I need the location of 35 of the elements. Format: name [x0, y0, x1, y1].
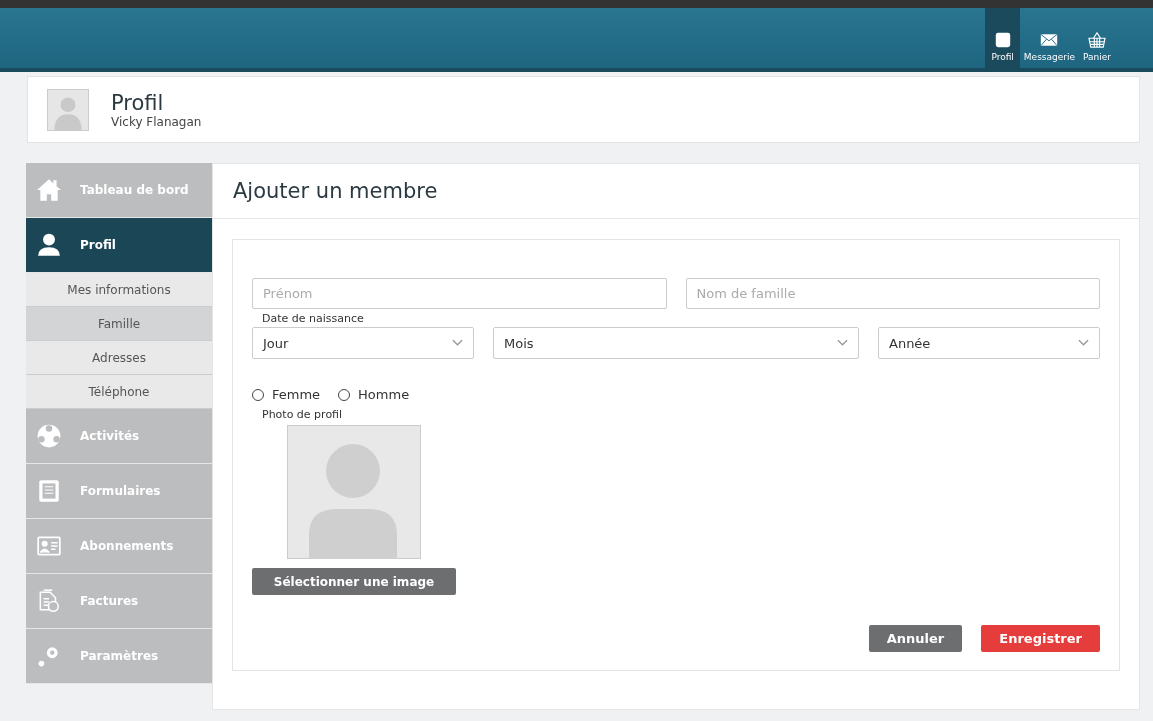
birth-date-label: Date de naissance: [262, 312, 365, 325]
page-title: Profil: [111, 90, 165, 115]
avatar-placeholder-icon: [287, 425, 421, 559]
sidebar-item[interactable]: Profil: [26, 218, 212, 273]
dropdown[interactable]: Jour: [252, 327, 474, 359]
select-image-button[interactable]: Sélectionner une image: [252, 568, 456, 595]
sidebar-subitem[interactable]: Adresses: [26, 341, 212, 375]
radio-label: Femme: [272, 387, 321, 402]
person-icon: [36, 232, 62, 258]
sidebar-subitem[interactable]: Téléphone: [26, 375, 212, 409]
id-card-icon: [36, 533, 62, 559]
first-name-field[interactable]: Prénom: [252, 278, 667, 309]
sidebar-subitem[interactable]: Mes informations: [26, 273, 212, 307]
cancel-button[interactable]: Annuler: [868, 625, 963, 652]
radio-label: Homme: [358, 387, 410, 402]
avatar-icon: [47, 88, 89, 131]
dropdown[interactable]: Année: [878, 327, 1100, 359]
save-button[interactable]: Enregistrer: [981, 625, 1100, 652]
dropdown[interactable]: Mois: [493, 327, 859, 359]
basket-icon: [1088, 32, 1106, 48]
square-icon: [993, 32, 1012, 48]
last-name-field[interactable]: Nom de famille: [685, 278, 1100, 309]
topbar-tab[interactable]: Profil: [985, 8, 1020, 68]
envelope-icon: [1040, 32, 1059, 48]
chevron-icon: [452, 339, 463, 347]
topbar-tab[interactable]: Messagerie: [1019, 8, 1079, 68]
document-icon: [36, 478, 62, 504]
house-icon: [36, 177, 62, 203]
sidebar-subitem[interactable]: Famille: [26, 307, 212, 341]
photo-label: Photo de profil: [262, 408, 344, 421]
topbar-tab[interactable]: Panier: [1079, 8, 1115, 68]
form-title: Ajouter un membre: [213, 164, 1139, 219]
chevron-icon: [837, 339, 848, 347]
chevron-icon: [1078, 339, 1089, 347]
user-name: Vicky Flanagan: [111, 114, 202, 129]
